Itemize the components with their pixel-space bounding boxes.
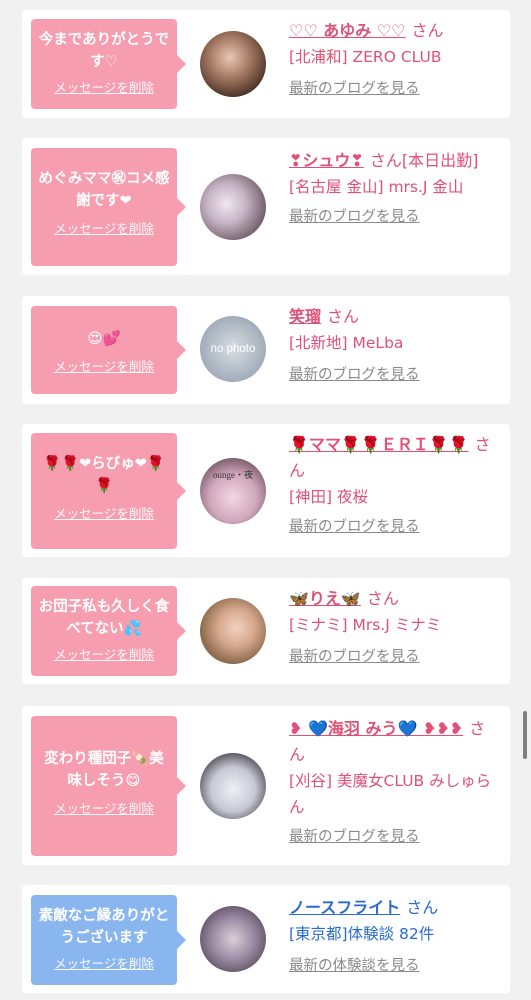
shop-name: [刈谷] 美魔女CLUB みしゅらん [289,772,492,816]
delete-message-link[interactable]: メッセージを削除 [37,77,171,96]
honorific: さん [406,898,439,917]
profile-name-link[interactable]: 🌹ママ🌹🌹ＥＲＩ🌹🌹 [289,435,469,454]
avatar[interactable] [200,906,266,972]
shop-name: [北新地] MeLba [289,334,404,352]
delete-message-link[interactable]: メッセージを削除 [37,798,171,817]
shop-name: [神田] 夜桜 [289,488,369,506]
avatar[interactable] [200,174,266,240]
message-bubble: 今までありがとうです♡ メッセージを削除 [31,19,186,109]
profile-name-link[interactable]: ❣シュウ❣ [289,151,364,170]
message-bubble: 😍💕 メッセージを削除 [31,306,186,394]
shop-name: [名古屋 金山] mrs.J 金山 [289,178,464,196]
delete-message-link[interactable]: メッセージを削除 [37,953,171,972]
profile-name-link[interactable]: ♡♡ あゆみ ♡♡ [289,21,406,40]
message-text: 変わり種団子🍡美味しそう😋 [44,751,164,789]
latest-review-link[interactable]: 最新の体験談を見る [289,953,501,979]
delete-message-link[interactable]: メッセージを削除 [37,503,171,522]
avatar[interactable] [200,598,266,664]
message-card: 今までありがとうです♡ メッセージを削除 ♡♡ あゆみ ♡♡ さん [北浦和] Z… [22,10,510,118]
message-bubble: 素敵なご縁ありがとうございます メッセージを削除 [31,895,186,985]
message-bubble: 変わり種団子🍡美味しそう😋 メッセージを削除 [31,716,186,856]
message-bubble: 🌹🌹❤らびゅ❤🌹🌹 メッセージを削除 [31,433,186,549]
honorific: さん [327,307,360,326]
profile-name-link[interactable]: ノースフライト [289,898,400,917]
delete-message-link[interactable]: メッセージを削除 [37,356,171,375]
message-card: 🌹🌹❤らびゅ❤🌹🌹 メッセージを削除 ounge・夜 🌹ママ🌹🌹ＥＲＩ🌹🌹 さん … [22,424,510,557]
honorific: さん[本日出勤] [369,151,479,170]
message-card: 素敵なご縁ありがとうございます メッセージを削除 ノースフライト さん [東京都]… [22,885,510,993]
avatar[interactable] [200,753,266,819]
message-text: お団子私も久しく食べてない💦 [38,599,170,637]
profile-name-link[interactable]: 笑瑠 [289,307,321,326]
profile-name-link[interactable]: ❥ 💙海羽 みう💙 ❥❥❥ [289,719,463,738]
latest-blog-link[interactable]: 最新のブログを見る [289,514,501,540]
avatar[interactable]: ounge・夜 [200,458,266,524]
latest-blog-link[interactable]: 最新のブログを見る [289,644,501,670]
no-photo-label: no photo [210,343,256,355]
honorific: さん [411,21,444,40]
delete-message-link[interactable]: メッセージを削除 [37,644,171,663]
message-text: 素敵なご縁ありがとうございます [38,908,170,946]
message-card: お団子私も久しく食べてない💦 メッセージを削除 🦋りえ🦋 さん [ミナミ] Mrs… [22,578,510,684]
delete-message-link[interactable]: メッセージを削除 [37,218,171,237]
honorific: さん [366,589,399,608]
latest-blog-link[interactable]: 最新のブログを見る [289,362,501,388]
latest-blog-link[interactable]: 最新のブログを見る [289,76,501,102]
message-text: 🌹🌹❤らびゅ❤🌹🌹 [43,456,165,494]
avatar-sign-text: ounge・夜 [213,470,253,480]
message-card: めぐみママ㊗コメ感謝です❤ メッセージを削除 ❣シュウ❣ さん[本日出勤] [名古… [22,138,510,275]
scrollbar[interactable] [523,711,527,759]
message-card: 😍💕 メッセージを削除 no photo 笑瑠 さん [北新地] MeLba 最新… [22,296,510,404]
shop-name: [東京都]体験談 82件 [289,925,435,943]
avatar[interactable] [200,31,266,97]
message-text: 今までありがとうです♡ [38,32,170,70]
message-text: 😍💕 [87,331,121,347]
message-card: 変わり種団子🍡美味しそう😋 メッセージを削除 ❥ 💙海羽 みう💙 ❥❥❥ さん [… [22,706,510,865]
latest-blog-link[interactable]: 最新のブログを見る [289,824,501,850]
message-text: めぐみママ㊗コメ感謝です❤ [38,171,170,209]
avatar[interactable]: no photo [200,316,266,382]
latest-blog-link[interactable]: 最新のブログを見る [289,204,501,230]
shop-name: [北浦和] ZERO CLUB [289,48,442,66]
message-bubble: めぐみママ㊗コメ感謝です❤ メッセージを削除 [31,148,186,266]
profile-name-link[interactable]: 🦋りえ🦋 [289,589,361,608]
shop-name: [ミナミ] Mrs.J ミナミ [289,616,442,634]
message-bubble: お団子私も久しく食べてない💦 メッセージを削除 [31,586,186,676]
